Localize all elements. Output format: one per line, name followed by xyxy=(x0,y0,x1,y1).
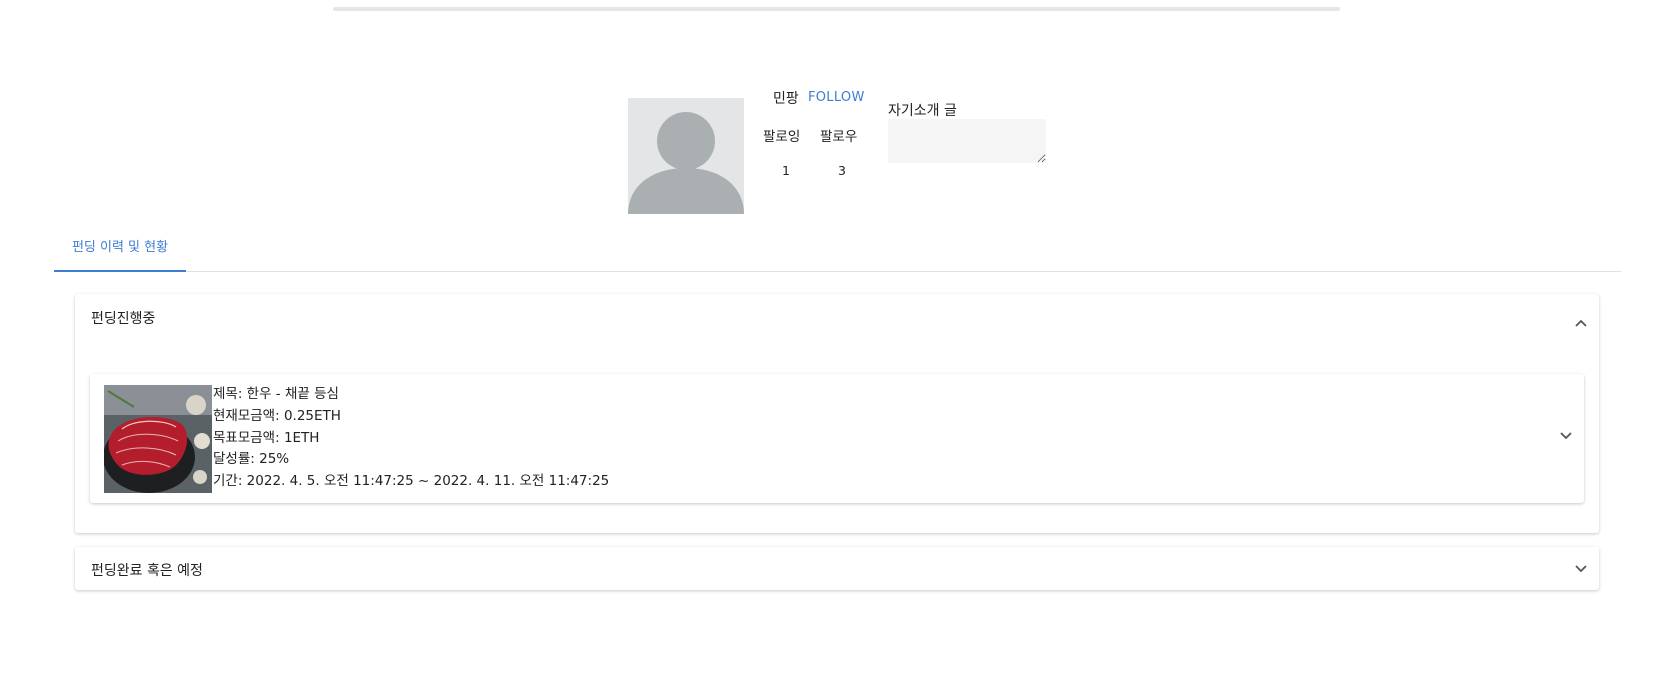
funding-item-period: 기간: 2022. 4. 5. 오전 11:47:25 ~ 2022. 4. 1… xyxy=(213,473,610,490)
follow-button[interactable]: FOLLOW xyxy=(808,90,865,105)
top-divider xyxy=(333,7,1340,11)
accordion-ongoing-header[interactable]: 펀딩진행중 xyxy=(91,308,155,328)
beef-steak-image xyxy=(104,385,212,493)
follower-label[interactable]: 팔로우 xyxy=(820,125,857,145)
funding-item-details: 제목: 한우 - 채끝 등심 현재모금액: 0.25ETH 목표모금액: 1ET… xyxy=(213,384,609,493)
funding-item-card[interactable]: 제목: 한우 - 채끝 등심 현재모금액: 0.25ETH 목표모금액: 1ET… xyxy=(90,374,1584,503)
funding-item-title: 제목: 한우 - 채끝 등심 xyxy=(213,386,339,402)
follower-count: 3 xyxy=(838,163,846,178)
funding-item-achievement-rate: 달성률: 25% xyxy=(213,451,290,468)
bio-textarea[interactable] xyxy=(888,119,1046,163)
accordion-ongoing: 펀딩진행중 제목: 한우 - 채끝 등심 현재모금액: 0.25ETH 목표모금… xyxy=(75,294,1599,533)
chevron-down-icon[interactable] xyxy=(1559,429,1573,443)
accordion-completed-header[interactable]: 펀딩완료 혹은 예정 xyxy=(91,560,203,580)
profile-name: 민팡 xyxy=(773,91,799,107)
default-user-icon xyxy=(628,112,744,214)
funding-item-current-amount: 현재모금액: 0.25ETH xyxy=(213,407,341,424)
following-label[interactable]: 팔로잉 xyxy=(763,125,800,145)
chevron-down-icon[interactable] xyxy=(1574,562,1588,576)
tab-bar: 펀딩 이력 및 현황 xyxy=(54,226,1621,272)
bio-label: 자기소개 글 xyxy=(888,103,957,119)
accordion-completed[interactable]: 펀딩완료 혹은 예정 xyxy=(75,547,1599,590)
funding-item-goal-amount: 목표모금액: 1ETH xyxy=(213,429,320,446)
following-count: 1 xyxy=(782,163,790,178)
chevron-up-icon[interactable] xyxy=(1574,316,1588,330)
avatar xyxy=(628,98,744,214)
tab-funding-history[interactable]: 펀딩 이력 및 현황 xyxy=(54,226,186,272)
funding-item-image xyxy=(104,385,212,493)
